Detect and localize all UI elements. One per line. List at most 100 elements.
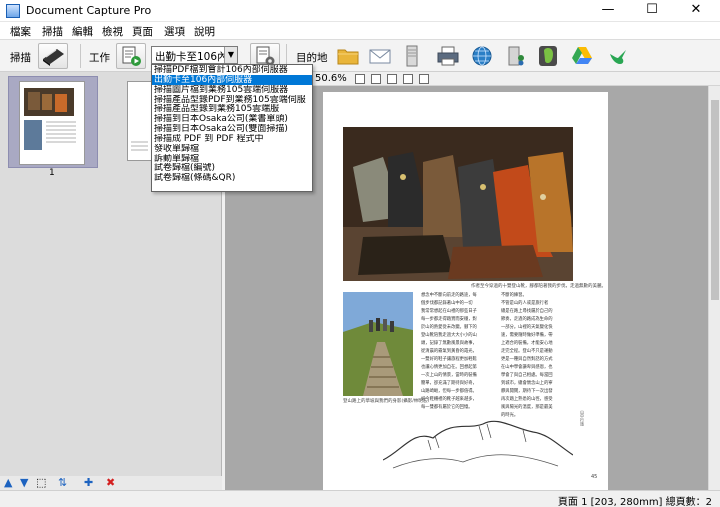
globe-icon[interactable]	[470, 44, 494, 68]
page-number-label: 45	[591, 474, 598, 480]
evernote-icon[interactable]	[536, 44, 560, 68]
fit-page-icon[interactable]	[355, 74, 365, 84]
toolbar: 掃描 工作 目的地	[0, 40, 720, 72]
select-icon[interactable]: ⬚	[36, 477, 46, 489]
destination-label: 目的地	[296, 52, 328, 64]
title-bar: Document Capture Pro — ☐ ✕	[0, 0, 720, 22]
menu-options[interactable]: 選項	[164, 24, 185, 39]
article-text-line: 如今鞋櫃裡的靴子越來越多，	[421, 397, 477, 402]
scan-label: 掃描	[10, 52, 31, 64]
article-text-line: 登山靴陪我走過大大小小的山	[421, 333, 477, 338]
job-option[interactable]: 掃描圖片檔到業務105雲端伺服器	[152, 85, 312, 95]
menu-scan[interactable]: 掃描	[42, 24, 63, 39]
run-job-button[interactable]	[116, 43, 146, 69]
scan-button[interactable]	[38, 43, 68, 69]
mountain-sketch	[383, 420, 573, 469]
arrow-down-icon[interactable]: ▼	[20, 477, 28, 489]
google-drive-icon[interactable]	[570, 44, 594, 68]
article-text-line: 從清晨的霧氣到黃昏的霞光，	[421, 349, 477, 354]
add-icon[interactable]: ✚	[84, 477, 93, 489]
article-text-line: 速，需要隨時做好準備，帶	[501, 333, 553, 338]
scanner-icon	[43, 49, 64, 66]
bird-icon[interactable]	[606, 44, 630, 68]
scrollbar-thumb[interactable]	[711, 100, 719, 300]
article-text-line: 簡單，卻充滿了期待與好奇，	[421, 381, 477, 386]
job-option[interactable]: 試卷歸檔(編號)	[152, 163, 312, 174]
article-text-line: 頭，記錄了無數風景與故事，	[421, 341, 477, 346]
toolbar-separator	[80, 44, 81, 68]
job-option[interactable]: 掃描成 PDF 到 PDF 程式中	[152, 134, 312, 144]
thumbnail-page-number: 1	[49, 168, 55, 178]
delete-icon[interactable]: ✖	[106, 477, 115, 489]
app-logo-icon	[6, 4, 20, 18]
sort-icon[interactable]: ⇅	[58, 477, 67, 489]
article-text-line: 走完全程。登山不只是運動	[501, 349, 553, 354]
main-photo-caption: 作者至今穿過的十雙登山靴，腳都陪著我的步伐，走過無數的美麗。	[471, 284, 606, 289]
article-text-line: 想念中不斷向前走的路途，每	[421, 293, 477, 298]
article-column-1: 想念中不斷向前走的路途，每 個步伐都記錄著山中的一切 我常常想起在山裡的那些日子 每一…	[421, 292, 497, 412]
boots-photo	[343, 127, 573, 281]
menu-edit[interactable]: 編輯	[72, 24, 93, 39]
article-text-line: 我常常想起在山裡的那些日子	[421, 309, 477, 314]
job-select[interactable]: 出勤卡至106內部伺服器 ▼	[151, 46, 238, 64]
article-text-line: 學會了與自己相處。每當回	[501, 373, 553, 378]
menu-bar: 檔案 掃描 編輯 檢視 頁面 選項 說明	[0, 22, 720, 40]
article-text-line: 山路崎嶇，但每一步都值得。	[421, 389, 477, 394]
article-text-line: 不斷的練習。	[501, 293, 527, 298]
fit-width-icon[interactable]	[371, 74, 381, 84]
page-thumbnail[interactable]	[127, 81, 153, 161]
article-text-line: 再次踏上熟悉的山徑，感受	[501, 397, 553, 402]
folder-icon[interactable]	[336, 44, 360, 68]
job-option[interactable]: 出勤卡至106內部伺服器	[152, 74, 312, 85]
status-text: 頁面 1 [203, 280mm] 總頁數：2	[557, 497, 712, 507]
job-option[interactable]: 試卷歸檔(條碼&QR)	[152, 173, 312, 183]
menu-file[interactable]: 檔案	[10, 24, 31, 39]
arrow-up-icon[interactable]: ▲	[4, 477, 12, 489]
flip-icon[interactable]	[419, 74, 429, 84]
article-text-line: 更是一種與自然對話的方式	[501, 357, 553, 362]
job-option[interactable]: 掃描到日本Osaka公司(業書單頭)	[152, 114, 312, 124]
article-text-line: 到城市，總會懷念山上的寧	[501, 381, 553, 386]
minimize-button[interactable]: —	[586, 0, 630, 22]
zoom-level[interactable]: 50.6%	[315, 73, 347, 84]
job-label: 工作	[89, 52, 110, 64]
window-title: Document Capture Pro	[26, 4, 152, 17]
job-option[interactable]: 掃描PDF檔到會計106內部伺服器	[152, 65, 312, 75]
page-side-text: 山中行旅	[580, 410, 585, 426]
menu-page[interactable]: 頁面	[132, 24, 153, 39]
article-text-line: 個步伐都記錄著山中的一切	[421, 301, 473, 306]
menu-view[interactable]: 檢視	[102, 24, 123, 39]
status-bar: 頁面 1 [203, 280mm] 總頁數：2	[0, 490, 720, 507]
article-text-line: 於山的熱愛從未改變。腳下的	[421, 325, 477, 330]
job-dropdown-list: 掃描PDF檔到會計106內部伺服器 出勤卡至106內部伺服器 掃描圖片檔到業務105…	[151, 64, 313, 192]
server-icon[interactable]	[400, 44, 424, 68]
job-select-value: 出勤卡至106內部伺服器	[155, 51, 225, 63]
chevron-down-icon[interactable]: ▼	[224, 47, 237, 63]
close-button[interactable]: ✕	[674, 0, 718, 22]
job-option[interactable]: 掃描產品型錄到業務105雲端服	[152, 104, 312, 114]
page-thumbnail[interactable]	[19, 81, 85, 165]
rotate-right-icon[interactable]	[403, 74, 413, 84]
printer-icon[interactable]	[436, 44, 460, 68]
job-option[interactable]: 發收單歸檔	[152, 144, 312, 154]
article-text-line: 不管是山的人或是旅行者	[501, 301, 549, 306]
page-thumbnail-image	[131, 141, 148, 151]
job-option[interactable]: 掃描到日本Osaka公司(雙面掃描)	[152, 124, 312, 134]
run-job-icon	[122, 46, 141, 66]
article-text-line: 在山中學會謙卑與感恩，也	[501, 365, 553, 370]
article-text-line: 節奏，走過的路成為生命的	[501, 317, 553, 322]
job-option[interactable]: 訴動單歸檔	[152, 154, 312, 164]
article-text-line: 每一步都走得踏實而安穩，對	[421, 317, 477, 322]
document-page: 作者至今穿過的十雙登山靴，腳都陪著我的步伐，走過無數的美麗。 登山路上的草坡與我…	[323, 92, 608, 490]
sharepoint-icon[interactable]	[504, 44, 528, 68]
article-text-line: 也讓心情更加自在。回想起第	[421, 365, 477, 370]
article-column-2: 不斷的練習。 不管是山的人或是旅行者 總是在路上尋找屬於自己的 節奏，走過的路成為生命…	[501, 292, 577, 420]
viewer-scrollbar[interactable]	[708, 86, 720, 490]
mail-icon[interactable]	[368, 44, 392, 68]
menu-help[interactable]: 說明	[194, 24, 215, 39]
job-option[interactable]: 掃描產品型錄PDF到業務105雲端伺服	[152, 95, 312, 105]
article-text-line: 一雙好的鞋子讓旅程更加輕鬆	[421, 357, 477, 362]
article-text-line: 一部分。山裡的天氣變化快	[501, 325, 553, 330]
maximize-button[interactable]: ☐	[630, 0, 674, 22]
rotate-left-icon[interactable]	[387, 74, 397, 84]
